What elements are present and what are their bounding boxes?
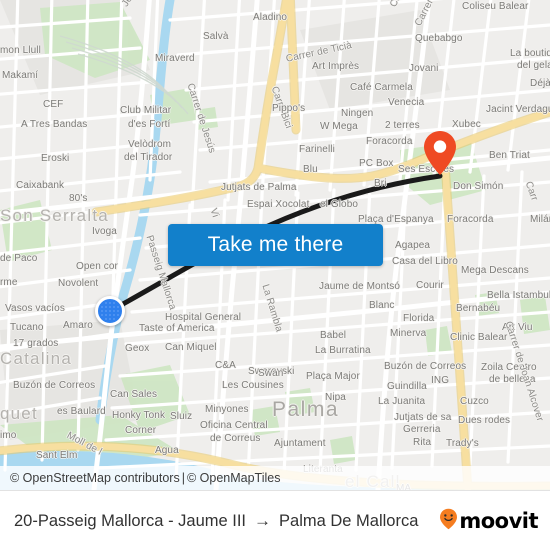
destination-pin-marker[interactable] bbox=[423, 130, 457, 176]
route-origin: 20-Passeig Mallorca - Jaume III bbox=[14, 511, 247, 530]
moovit-pin-icon bbox=[439, 508, 458, 535]
moovit-wordmark: moovit bbox=[459, 509, 538, 533]
route-footer: 20-Passeig Mallorca - Jaume III → Palma … bbox=[0, 490, 550, 550]
map-canvas[interactable]: JesúsSalvàAladinoColiseu BalearCarrer de… bbox=[0, 0, 550, 490]
attribution-osm[interactable]: © OpenStreetMap contributors bbox=[10, 471, 180, 485]
moovit-map-screenshot: JesúsSalvàAladinoColiseu BalearCarrer de… bbox=[0, 0, 550, 550]
arrow-right-icon: → bbox=[254, 511, 272, 530]
route-destination: Palma De Mallorca bbox=[279, 511, 419, 530]
attribution-separator: | bbox=[181, 471, 185, 485]
moovit-logo[interactable]: moovit bbox=[439, 508, 550, 535]
take-me-there-button[interactable]: Take me there bbox=[168, 224, 383, 266]
attribution-maptiles[interactable]: © OpenMapTiles bbox=[187, 471, 281, 485]
route-summary: 20-Passeig Mallorca - Jaume III → Palma … bbox=[0, 511, 439, 531]
start-point-marker[interactable] bbox=[95, 296, 125, 326]
map-attribution: © OpenStreetMap contributors | © OpenMapTi… bbox=[0, 466, 550, 490]
start-point-pattern bbox=[100, 301, 120, 321]
